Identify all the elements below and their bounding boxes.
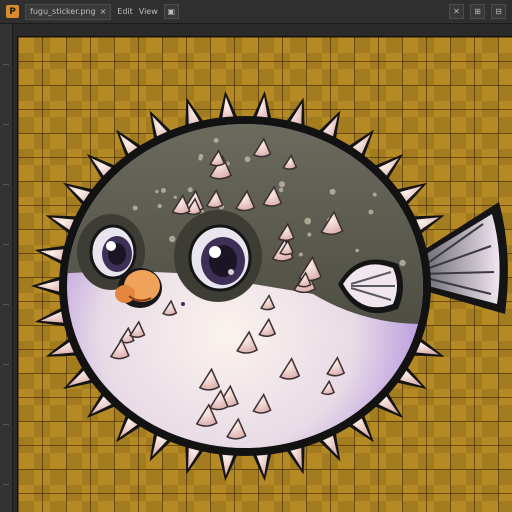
menu-view[interactable]: View (139, 7, 158, 16)
title-bar: P fugu_sticker.png × Edit View ▣ ✕ ⊞ ⊟ (0, 0, 512, 24)
close-panel-button[interactable]: ✕ (449, 4, 464, 19)
freckle (368, 209, 374, 215)
freckle (244, 156, 251, 163)
document-tab[interactable]: fugu_sticker.png × (25, 3, 112, 20)
document-tab-label: fugu_sticker.png (30, 6, 96, 16)
freckle (307, 232, 312, 237)
ruler-tick (3, 244, 9, 245)
ruler-tick (3, 304, 9, 305)
left-eye (89, 224, 137, 280)
collapse-icon: ⊟ (495, 7, 502, 16)
image-editor-window: P fugu_sticker.png × Edit View ▣ ✕ ⊞ ⊟ (0, 0, 512, 512)
freckle (168, 235, 176, 243)
ruler-tick (3, 124, 9, 125)
frame-tool-button[interactable]: ▣ (163, 4, 179, 19)
grid-toggle-button[interactable]: ⊞ (470, 4, 485, 19)
nostril (181, 302, 185, 306)
freckle (329, 188, 336, 195)
freckle (304, 217, 312, 225)
freckle (198, 156, 203, 161)
left-ruler[interactable] (0, 24, 13, 512)
freckle (173, 195, 177, 199)
right-eye (188, 224, 252, 292)
ruler-tick (3, 64, 9, 65)
freckle (372, 192, 377, 197)
freckle (160, 187, 167, 193)
pufferfish-artwork[interactable] (13, 24, 512, 512)
grid-icon: ⊞ (474, 7, 481, 16)
freckle (213, 137, 219, 143)
freckle (155, 189, 159, 194)
freckle (132, 205, 138, 211)
freckle (355, 248, 359, 253)
freckle (278, 181, 285, 188)
freckle (157, 203, 162, 209)
freckle (399, 259, 406, 267)
menu-edit[interactable]: Edit (117, 7, 133, 16)
ruler-tick (3, 184, 9, 185)
freckle (298, 252, 303, 257)
freckle (187, 187, 193, 193)
collapse-button[interactable]: ⊟ (491, 4, 506, 19)
close-icon[interactable]: × (100, 5, 107, 19)
frame-icon: ▣ (167, 7, 176, 16)
ruler-tick (3, 424, 9, 425)
canvas-area[interactable] (13, 24, 512, 512)
freckle (278, 187, 284, 193)
app-icon[interactable]: P (6, 5, 19, 18)
x-icon: ✕ (453, 7, 460, 16)
ruler-tick (3, 364, 9, 365)
ruler-tick (3, 484, 9, 485)
app-icon-letter: P (9, 6, 16, 17)
